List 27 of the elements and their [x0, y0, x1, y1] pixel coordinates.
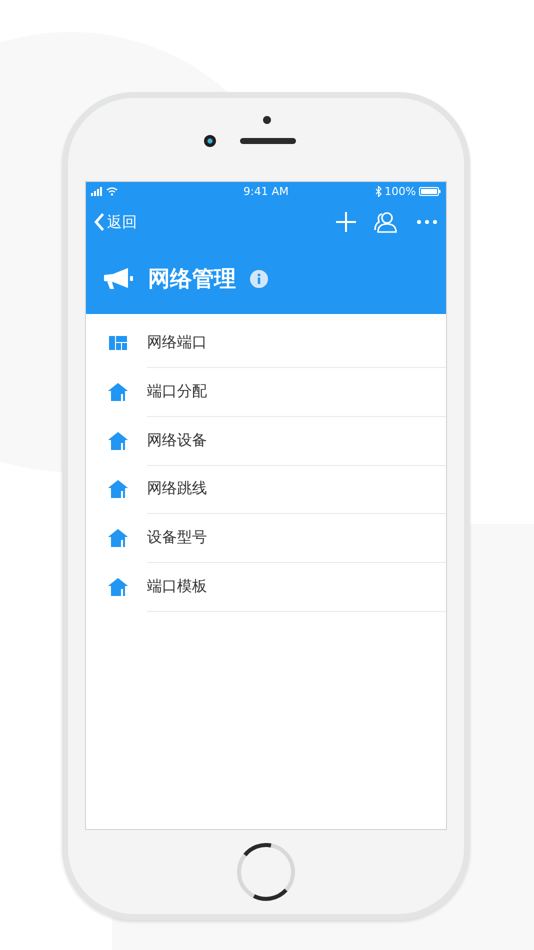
status-time: 9:41 AM: [243, 184, 289, 198]
home-icon: [108, 432, 128, 450]
bluetooth-icon: [374, 186, 382, 196]
battery-icon: [419, 186, 441, 196]
home-icon: [108, 383, 128, 402]
home-icon: [108, 480, 128, 498]
battery-percent: 100%: [384, 184, 416, 198]
megaphone-icon: [104, 268, 134, 290]
speaker-icon: [240, 138, 296, 144]
menu-item[interactable]: 端口模板: [147, 562, 446, 612]
home-icon: [108, 578, 128, 596]
menu-item[interactable]: 端口分配: [147, 367, 446, 417]
menu-item[interactable]: 网络设备: [147, 416, 446, 466]
info-icon[interactable]: [250, 270, 268, 288]
menu-item[interactable]: 网络跳线: [147, 464, 446, 514]
menu-item[interactable]: 网络端口: [147, 318, 446, 368]
home-button[interactable]: [236, 842, 296, 902]
more-icon[interactable]: [416, 219, 438, 225]
add-icon[interactable]: [336, 212, 356, 232]
camera-icon: [204, 135, 216, 147]
sensor-icon: [263, 116, 271, 124]
menu-item[interactable]: 设备型号: [147, 513, 446, 563]
chevron-left-icon: [94, 213, 105, 231]
people-icon[interactable]: [374, 211, 398, 233]
home-icon: [108, 529, 128, 548]
dashboard-icon: [108, 336, 126, 350]
page-title: 网络管理: [148, 266, 236, 294]
